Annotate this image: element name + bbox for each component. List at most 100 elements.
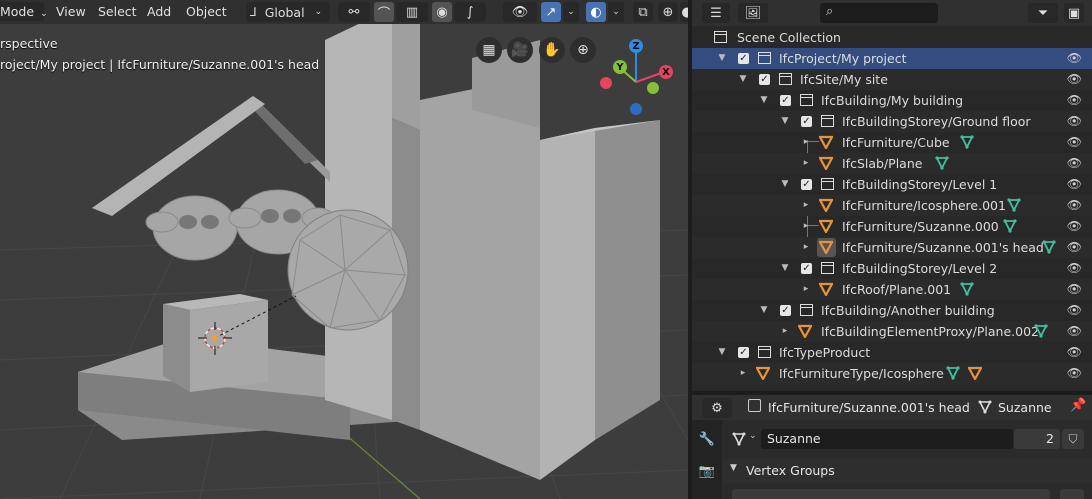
collapse-arrow-icon[interactable]: ▼ [759, 300, 769, 321]
select-menu[interactable]: Select [92, 2, 143, 21]
mesh-data-icon[interactable] [1007, 198, 1021, 212]
object-icon[interactable] [968, 366, 982, 380]
exclude-checkbox[interactable]: ✓ [801, 179, 812, 190]
mesh-data-icon[interactable] [1042, 240, 1056, 254]
zoom-view-button[interactable]: ⊕ [570, 37, 596, 63]
eye-icon[interactable]: 👁 [1067, 279, 1082, 300]
expand-arrow-icon[interactable]: ▸ [801, 279, 811, 300]
eye-icon[interactable]: 👁 [1067, 48, 1082, 69]
outliner-row-ifcbuilding[interactable]: ▼ ✓ IfcBuilding/My building 👁 [692, 90, 1092, 111]
z-axis-handle[interactable]: Z [629, 39, 643, 53]
tool-settings-icon[interactable]: 🔧 [698, 432, 716, 450]
outliner-row-roof[interactable]: ▸ IfcRoof/Plane.001 👁 [692, 279, 1092, 300]
expand-arrow-icon[interactable]: ▸ [738, 363, 748, 384]
neg-x-axis-handle[interactable] [600, 77, 612, 89]
y-axis-handle[interactable]: Y [613, 60, 627, 74]
add-menu[interactable]: Add [141, 2, 177, 21]
collapse-arrow-icon[interactable]: ▼ [738, 69, 748, 90]
pivot-point-dropdown[interactable]: ⚯ [338, 2, 370, 22]
collapse-arrow-icon[interactable]: ▼ [730, 463, 737, 473]
mesh-data-icon[interactable] [1034, 324, 1048, 338]
exclude-checkbox[interactable]: ✓ [801, 116, 812, 127]
fake-user-shield-icon[interactable]: ⛉ [1062, 429, 1084, 449]
outliner-row-proxy-plane-002[interactable]: ▸ IfcBuildingElementProxy/Plane.002 👁 [692, 321, 1092, 342]
mesh-datablock-field[interactable]: Suzanne [761, 429, 1013, 449]
eye-icon[interactable]: 👁 [1067, 153, 1082, 174]
expand-arrow-icon[interactable]: ▸ [780, 321, 790, 342]
outliner-row-level-1[interactable]: ▼ ✓ IfcBuildingStorey/Level 1 👁 [692, 174, 1092, 195]
eye-icon[interactable]: 👁 [1067, 342, 1082, 363]
outliner-row-ground-floor[interactable]: ▼ ✓ IfcBuildingStorey/Ground floor 👁 [692, 111, 1092, 132]
gizmo-toggle[interactable]: ↗ [541, 2, 561, 22]
navigation-gizmo[interactable]: Z Y X [598, 36, 678, 118]
outliner-panel[interactable]: ☰ 🖼 ⌕ ⏷ ▣ Scene Collection ▼ ✓ IfcProjec… [692, 0, 1092, 391]
exclude-checkbox[interactable]: ✓ [759, 74, 770, 85]
mesh-data-icon[interactable] [960, 135, 974, 149]
scene-collection-row[interactable]: Scene Collection [692, 27, 1092, 48]
eye-icon[interactable]: 👁 [1067, 174, 1082, 195]
gizmo-dropdown[interactable]: ⌄ [563, 2, 579, 22]
eye-icon[interactable]: 👁 [1067, 258, 1082, 279]
outliner-row-cube[interactable]: ▸ IfcFurniture/Cube 👁 [692, 132, 1092, 153]
expand-arrow-icon[interactable]: ▸ [801, 153, 811, 174]
editor-type-dropdown[interactable]: ☰ [702, 3, 730, 23]
eye-icon[interactable]: 👁 [1067, 90, 1082, 111]
overlays-dropdown[interactable]: ⌄ [608, 2, 624, 22]
properties-panel[interactable]: ⚙ IfcFurniture/Suzanne.001's head Suzann… [692, 395, 1092, 499]
eye-icon[interactable]: 👁 [1067, 195, 1082, 216]
transform-orientation-dropdown[interactable]: ⅃ Global ⌄ [246, 2, 330, 22]
add-vertex-group-button[interactable] [1060, 489, 1084, 499]
mesh-data-icon[interactable] [960, 282, 974, 296]
outliner-row-furniture-type[interactable]: ▸ IfcFurnitureType/Icosphere 👁 [692, 363, 1092, 384]
collapse-arrow-icon[interactable]: ▼ [780, 111, 790, 132]
eye-icon[interactable]: 👁 [1067, 237, 1082, 258]
eye-icon[interactable]: 👁 [1067, 111, 1082, 132]
properties-editor-type-dropdown[interactable]: ⚙ [702, 398, 732, 418]
expand-arrow-icon[interactable]: ▸ [801, 132, 811, 153]
overlays-toggle[interactable]: ◐ [586, 2, 606, 22]
collapse-arrow-icon[interactable]: ▼ [759, 90, 769, 111]
proportional-edit-toggle[interactable]: ◉ [432, 2, 452, 22]
outliner-row-ifcproject[interactable]: ▼ ✓ IfcProject/My project 👁 [692, 48, 1092, 69]
solid-shading-button[interactable]: ● [680, 2, 688, 22]
eye-icon[interactable]: 👁 [1067, 69, 1082, 90]
expand-arrow-icon[interactable]: ▸ [801, 237, 811, 258]
outliner-row-slab[interactable]: ▸ IfcSlab/Plane 👁 [692, 153, 1092, 174]
xray-toggle[interactable]: ⧉ [633, 2, 653, 22]
wireframe-shading-button[interactable]: ⊕ [658, 2, 678, 22]
mode-dropdown[interactable]: Mode ⌄ [0, 2, 48, 21]
exclude-checkbox[interactable]: ✓ [780, 305, 791, 316]
outliner-row-suzanne-001-head[interactable]: ▸ IfcFurniture/Suzanne.001's head 👁 [692, 237, 1092, 258]
eye-icon[interactable]: 👁 [1067, 216, 1082, 237]
user-count-field[interactable]: 2 [1014, 429, 1060, 449]
view-menu[interactable]: View [50, 2, 92, 21]
chevron-down-icon[interactable]: ⌄ [749, 431, 757, 441]
mesh-data-icon[interactable] [1003, 219, 1017, 233]
filter-dropdown[interactable]: ⏷ [1028, 3, 1058, 23]
eye-icon[interactable]: 👁 [1067, 321, 1082, 342]
outliner-row-ifctypeproduct[interactable]: ▼ ✓ IfcTypeProduct 👁 [692, 342, 1092, 363]
exclude-checkbox[interactable]: ✓ [801, 263, 812, 274]
mesh-data-icon[interactable] [946, 366, 960, 380]
outliner-row-level-2[interactable]: ▼ ✓ IfcBuildingStorey/Level 2 👁 [692, 258, 1092, 279]
expand-arrow-icon[interactable]: ▸ [801, 216, 811, 237]
vertex-groups-list[interactable] [732, 489, 1050, 499]
toggle-camera-view-button[interactable]: ▦ [476, 37, 502, 63]
exclude-checkbox[interactable]: ✓ [780, 95, 791, 106]
falloff-dropdown[interactable]: ∫ [454, 2, 486, 22]
outliner-row-icosphere-001[interactable]: ▸ IfcFurniture/Icosphere.001 👁 [692, 195, 1092, 216]
neg-y-axis-handle[interactable] [647, 82, 659, 94]
visibility-dropdown[interactable]: 👁 [503, 2, 537, 22]
exclude-checkbox[interactable]: ✓ [738, 53, 749, 64]
expand-arrow-icon[interactable]: ▸ [801, 195, 811, 216]
outliner-search-input[interactable]: ⌕ [820, 3, 938, 23]
viewport-scene[interactable] [0, 0, 688, 499]
object-menu[interactable]: Object [180, 2, 233, 21]
collapse-arrow-icon[interactable]: ▼ [717, 48, 727, 69]
display-mode-dropdown[interactable]: 🖼 [738, 3, 768, 23]
new-collection-button[interactable]: ▣ [1064, 3, 1084, 23]
collapse-arrow-icon[interactable]: ▼ [780, 258, 790, 279]
vertex-groups-section[interactable]: ▼ Vertex Groups [722, 459, 1092, 483]
camera-view-button[interactable]: 🎥 [507, 37, 533, 63]
neg-z-axis-handle[interactable] [630, 103, 642, 115]
